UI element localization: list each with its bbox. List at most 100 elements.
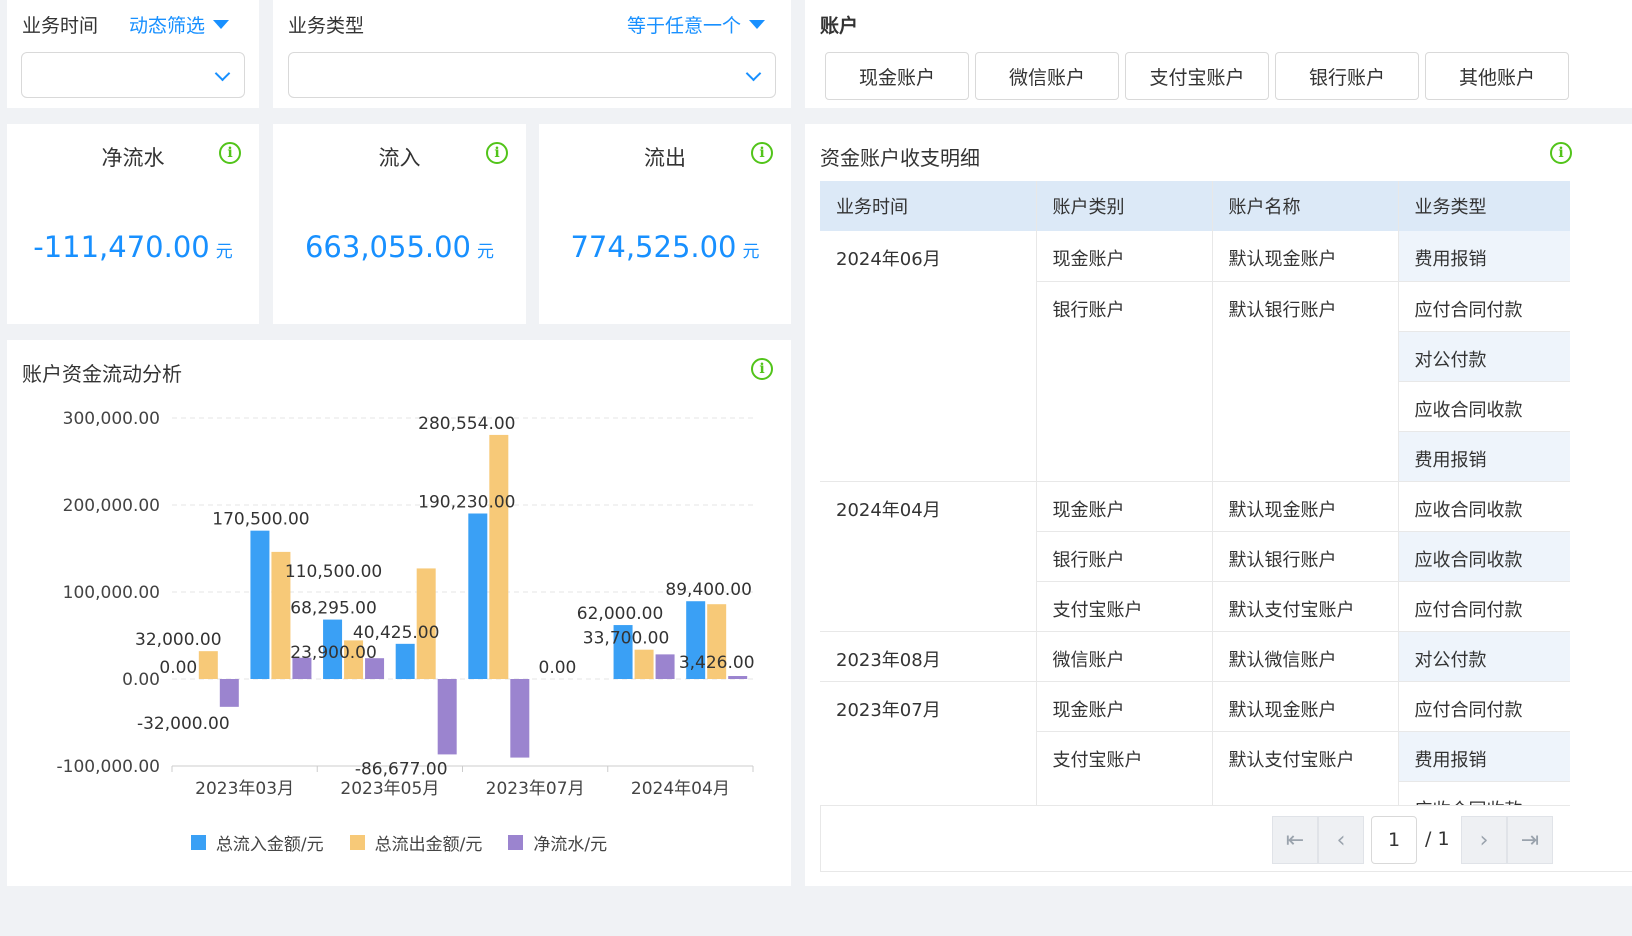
time-filter-panel: 业务时间 动态筛选 bbox=[7, 0, 259, 108]
prev-page-button[interactable]: ‹ bbox=[1318, 816, 1364, 864]
chevron-down-icon bbox=[214, 65, 231, 82]
account-option-bank[interactable]: 银行账户 bbox=[1275, 52, 1419, 100]
page-total: / 1 bbox=[1425, 828, 1450, 850]
cell-biz-type: 对公付款 bbox=[1398, 631, 1570, 682]
account-option-other[interactable]: 其他账户 bbox=[1425, 52, 1569, 100]
cell-account-category: 银行账户 bbox=[1036, 531, 1213, 582]
legend-item-outflow[interactable]: 总流出金额/元 bbox=[349, 830, 483, 855]
data-label: 40,425.00 bbox=[353, 623, 440, 643]
time-filter-select[interactable] bbox=[21, 52, 245, 98]
cell-time: 2024年06月 bbox=[820, 231, 1037, 482]
bar-net bbox=[655, 654, 675, 679]
time-filter-mode[interactable]: 动态筛选 bbox=[129, 11, 230, 38]
bar-net bbox=[219, 679, 239, 707]
page-number-input[interactable]: 1 bbox=[1371, 816, 1417, 864]
column-header[interactable]: 业务类型 bbox=[1398, 181, 1570, 231]
legend-label: 净流水/元 bbox=[533, 835, 608, 855]
cell-account-category: 现金账户 bbox=[1036, 681, 1213, 732]
biztype-filter-panel: 业务类型 等于任意一个 bbox=[273, 0, 791, 108]
data-label: -86,677.00 bbox=[355, 759, 448, 779]
column-header[interactable]: 业务时间 bbox=[820, 181, 1037, 231]
data-label: 23,900.00 bbox=[290, 643, 377, 663]
cell-biz-type: 应收合同收款 bbox=[1398, 481, 1570, 532]
legend-label: 总流出金额/元 bbox=[374, 835, 483, 855]
account-option-wechat[interactable]: 微信账户 bbox=[975, 52, 1119, 100]
table-row[interactable]: 2023年08月 微信账户 默认微信账户 对公付款 bbox=[820, 631, 1570, 682]
legend-swatch bbox=[508, 835, 524, 850]
y-tick-label: 200,000.00 bbox=[63, 496, 160, 516]
kpi-card-outflow: 流出 i 774,525.00 元 bbox=[539, 124, 791, 324]
data-label: 190,230.00 bbox=[418, 492, 515, 512]
kpi-value: 774,525.00 元 bbox=[539, 230, 791, 264]
cell-biz-type: 对公付款 bbox=[1398, 331, 1570, 382]
cell-biz-type: 应付合同付款 bbox=[1398, 281, 1570, 332]
data-label: 3,426.00 bbox=[679, 653, 755, 673]
account-option-cash[interactable]: 现金账户 bbox=[825, 52, 969, 100]
info-icon[interactable]: i bbox=[219, 142, 241, 164]
data-label: 0.00 bbox=[159, 658, 197, 678]
cell-biz-type: 费用报销 bbox=[1398, 431, 1570, 482]
table-title: 资金账户收支明细 bbox=[820, 146, 980, 170]
table-row[interactable]: 2023年07月 现金账户 默认现金账户 应付合同付款 bbox=[820, 681, 1570, 805]
legend-item-inflow[interactable]: 总流入金额/元 bbox=[190, 830, 324, 855]
biztype-filter-select[interactable] bbox=[288, 52, 776, 98]
cell-biz-type: 应收合同收款 bbox=[1398, 781, 1570, 805]
bar-outflow bbox=[198, 651, 218, 679]
legend-swatch bbox=[190, 835, 206, 850]
bar-net bbox=[510, 679, 530, 758]
legend-item-net[interactable]: 净流水/元 bbox=[508, 830, 607, 855]
chevron-down-icon bbox=[745, 65, 762, 82]
chart-panel: 账户资金流动分析 i 300,000.00 200,000.00 100,000.0… bbox=[7, 340, 791, 886]
data-label: 62,000.00 bbox=[577, 604, 664, 624]
x-tick-label: 2024年04月 bbox=[631, 779, 730, 799]
detail-table: 业务时间 账户类别 账户名称 业务类型 2024年06月 现金账户 默认现金账户 费用… bbox=[820, 181, 1570, 805]
cell-time: 2023年07月 bbox=[820, 681, 1037, 805]
cell-account-name: 默认微信账户 bbox=[1212, 631, 1399, 682]
bar-net bbox=[728, 676, 748, 679]
y-tick-label: -100,000.00 bbox=[57, 757, 160, 777]
data-label: 0.00 bbox=[539, 658, 577, 678]
kpi-value-number: 774,525.00 bbox=[570, 230, 737, 264]
y-tick-label: 100,000.00 bbox=[63, 583, 160, 603]
cell-time: 2023年08月 bbox=[820, 631, 1037, 682]
account-option-alipay[interactable]: 支付宝账户 bbox=[1125, 52, 1269, 100]
last-page-button[interactable]: ⇥ bbox=[1507, 816, 1553, 864]
data-label: -32,000.00 bbox=[137, 714, 230, 734]
bar-inflow bbox=[395, 643, 415, 679]
column-header[interactable]: 账户名称 bbox=[1212, 181, 1399, 231]
cell-time: 2024年04月 bbox=[820, 481, 1037, 632]
bar-inflow bbox=[250, 530, 270, 679]
y-tick-label: 0.00 bbox=[122, 670, 160, 690]
cell-account-category: 现金账户 bbox=[1036, 231, 1213, 282]
kpi-value: -111,470.00 元 bbox=[7, 230, 259, 264]
cell-account-name: 默认支付宝账户 bbox=[1212, 581, 1399, 632]
data-label: 280,554.00 bbox=[418, 414, 515, 434]
chart-legend: 总流入金额/元 总流出金额/元 净流水/元 bbox=[7, 830, 791, 855]
kpi-unit: 元 bbox=[477, 242, 495, 262]
next-page-button[interactable]: › bbox=[1461, 816, 1507, 864]
legend-swatch bbox=[349, 835, 365, 850]
detail-table-panel: 资金账户收支明细 i 业务时间 账户类别 账户名称 业务类型 2024年06月现… bbox=[805, 124, 1632, 886]
column-header[interactable]: 账户类别 bbox=[1036, 181, 1213, 231]
info-icon[interactable]: i bbox=[486, 142, 508, 164]
cell-account-category: 现金账户 bbox=[1036, 481, 1213, 532]
data-label: 110,500.00 bbox=[285, 562, 382, 582]
first-page-button[interactable]: ⇤ bbox=[1272, 816, 1318, 864]
cell-account-category: 支付宝账户 bbox=[1036, 731, 1213, 805]
biztype-filter-label: 业务类型 bbox=[288, 15, 365, 37]
time-filter-mode-label: 动态筛选 bbox=[129, 15, 206, 37]
table-scroll-area[interactable]: 业务时间 账户类别 账户名称 业务类型 2024年06月 现金账户 默认现金账户 费用… bbox=[820, 181, 1570, 805]
biztype-filter-mode-label: 等于任意一个 bbox=[626, 15, 741, 37]
cell-account-name: 默认现金账户 bbox=[1212, 481, 1399, 532]
biztype-filter-mode[interactable]: 等于任意一个 bbox=[627, 11, 765, 38]
table-row[interactable]: 2024年06月 现金账户 默认现金账户 费用报销 bbox=[820, 231, 1570, 482]
cell-biz-type: 应付合同付款 bbox=[1398, 581, 1570, 632]
legend-label: 总流入金额/元 bbox=[215, 835, 324, 855]
info-icon[interactable]: i bbox=[751, 142, 773, 164]
account-filter-label: 账户 bbox=[820, 15, 859, 37]
bar-outflow bbox=[634, 649, 654, 679]
info-icon[interactable]: i bbox=[1550, 142, 1572, 164]
caret-down-icon bbox=[749, 20, 765, 29]
table-row[interactable]: 2024年04月 现金账户 默认现金账户 应收合同收款 bbox=[820, 481, 1570, 632]
kpi-value: 663,055.00 元 bbox=[273, 230, 526, 264]
